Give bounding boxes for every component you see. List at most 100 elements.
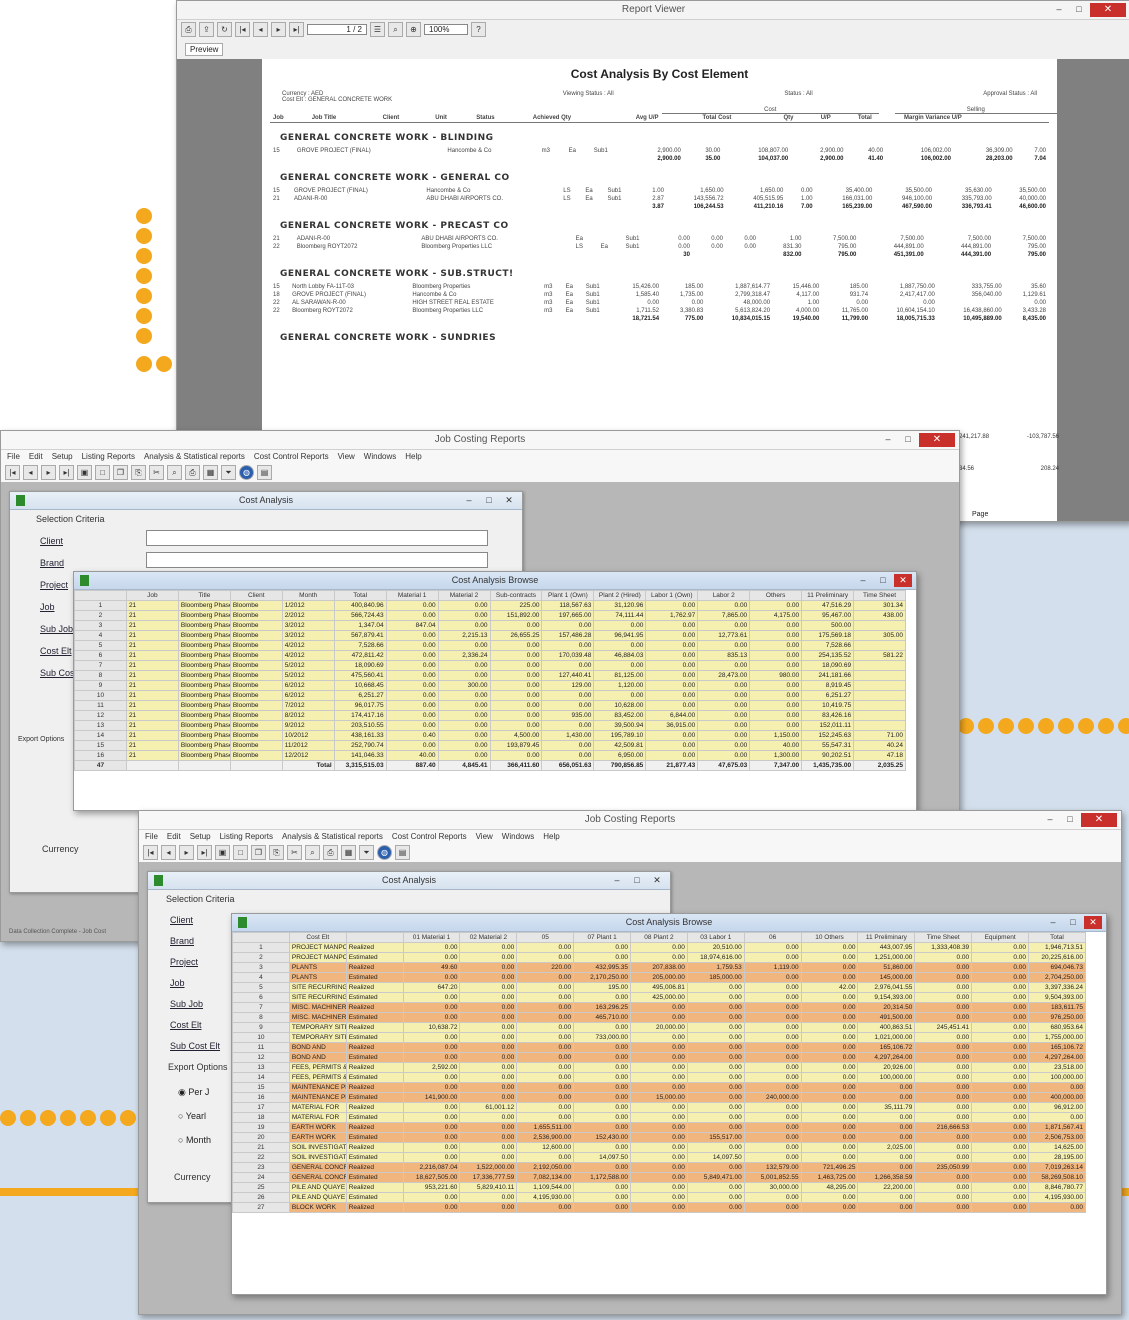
table-cell[interactable]: 252,790.74 xyxy=(333,740,387,751)
table-row[interactable]: 11 BOND AND Realized 0.00 0.00 0.00 0.00 0.00 0.… xyxy=(232,1042,1086,1053)
table-cell[interactable]: Bloomberg Phase 1 - ROYT2072 xyxy=(177,720,231,731)
table-row[interactable]: 121Bloomberg Phase 1 - ROYT2072Bloombe1/… xyxy=(74,600,906,611)
table-cell[interactable]: 118,567.63 xyxy=(541,600,595,611)
table-cell[interactable]: 0.00 xyxy=(971,982,1030,993)
table-cell[interactable]: 694,046.73 xyxy=(1028,962,1086,973)
table-cell[interactable]: 0.00 xyxy=(686,1062,745,1073)
table-row[interactable]: 921Bloomberg Phase 1 - ROYT2072Bloombe6/… xyxy=(74,680,906,691)
table-cell[interactable]: 2,976,041.55 xyxy=(857,982,916,993)
table-cell[interactable]: 0.00 xyxy=(971,1172,1030,1183)
table-cell[interactable]: 8,846,780.77 xyxy=(1028,1182,1086,1193)
table-cell[interactable]: 6,950.00 xyxy=(593,750,647,761)
table-cell[interactable]: 0.00 xyxy=(800,1152,859,1163)
column-header[interactable]: Time Sheet xyxy=(914,932,973,943)
table-cell[interactable]: 0.00 xyxy=(437,740,491,751)
table-cell[interactable]: 1,300.00 xyxy=(749,750,803,761)
table-cell[interactable]: 7,019,263.14 xyxy=(1028,1162,1086,1173)
table-cell[interactable]: 0.00 xyxy=(914,1042,973,1053)
menu-item-file[interactable]: File xyxy=(7,452,20,461)
column-header[interactable]: Plant 2 (Hired) xyxy=(593,590,647,601)
table-cell[interactable]: 28,473.00 xyxy=(697,670,751,681)
export-option[interactable]: ◉ Per J xyxy=(178,1080,211,1104)
table-cell[interactable]: 0.00 xyxy=(743,1022,802,1033)
table-row[interactable]: 1421Bloomberg Phase 1 - ROYT2072Bloombe1… xyxy=(74,730,906,741)
table-cell[interactable]: Bloomberg Phase 1 - ROYT2072 xyxy=(177,640,231,651)
last-record-icon[interactable]: ▸| xyxy=(197,845,212,860)
column-header[interactable]: 11 Preliminary xyxy=(801,590,855,601)
menu-item-listing-reports[interactable]: Listing Reports xyxy=(82,452,135,461)
table-cell[interactable]: 21 xyxy=(125,700,179,711)
table-cell[interactable]: 240,000.00 xyxy=(743,1092,802,1103)
table-cell[interactable]: 0.00 xyxy=(645,670,699,681)
table-cell[interactable]: 0.00 xyxy=(402,1042,461,1053)
table-cell[interactable]: 11/2012 xyxy=(281,740,335,751)
table-cell[interactable]: 0.00 xyxy=(630,1182,688,1193)
table-cell[interactable]: 0.00 xyxy=(971,1082,1030,1093)
table-cell[interactable]: 0.00 xyxy=(800,992,859,1003)
table-cell[interactable]: 0.00 xyxy=(971,1122,1030,1133)
table-cell[interactable]: 18,627,505.00 xyxy=(402,1172,461,1183)
table-row[interactable]: 13 FEES, PERMITS & Realized 2,592.00 0.00 0.0… xyxy=(232,1062,1086,1073)
column-header[interactable]: 03 Labor 1 xyxy=(686,932,745,943)
table-cell[interactable]: 0.00 xyxy=(686,1002,745,1013)
first-page-icon[interactable]: |◂ xyxy=(235,22,250,37)
close-button[interactable]: ✕ xyxy=(1081,813,1117,827)
table-cell[interactable]: 0.00 xyxy=(686,1122,745,1133)
table-cell[interactable]: 241,181.66 xyxy=(801,670,855,681)
table-cell[interactable]: Bloomberg Phase 1 - ROYT2072 xyxy=(177,600,231,611)
table-cell[interactable]: 141,046.33 xyxy=(333,750,387,761)
column-header[interactable]: 11 Preliminary xyxy=(857,932,916,943)
table-cell[interactable]: 0.00 xyxy=(800,1072,859,1083)
table-cell[interactable]: 203,510.55 xyxy=(333,720,387,731)
table-cell[interactable]: 0.00 xyxy=(573,1202,632,1213)
table-cell[interactable]: 0.00 xyxy=(630,1052,688,1063)
table-cell[interactable]: 0.00 xyxy=(459,1132,518,1143)
zoom-select[interactable]: 100% xyxy=(424,24,468,35)
table-cell[interactable]: 0.00 xyxy=(857,1122,916,1133)
table-row[interactable]: 27 BLOCK WORK Realized 0.00 0.00 0.00 0.00 0.00… xyxy=(232,1202,1086,1213)
table-cell[interactable]: 1,120.00 xyxy=(593,680,647,691)
table-cell[interactable]: 0.00 xyxy=(516,972,575,983)
table-cell[interactable]: 0.00 xyxy=(857,1082,916,1093)
table-cell[interactable]: 235,050.99 xyxy=(914,1162,973,1173)
column-header[interactable]: Cost Elt xyxy=(288,932,347,943)
table-cell[interactable]: 0.00 xyxy=(459,1042,518,1053)
table-cell[interactable]: Estimated xyxy=(345,1012,404,1023)
filter-icon[interactable]: ⏷ xyxy=(221,465,236,480)
table-row[interactable]: 22SOIL INVESTIGATION &Estimated0.000.000… xyxy=(232,1152,1086,1163)
criteria-link-project[interactable]: Project xyxy=(170,952,220,973)
criteria-link-client[interactable]: Client xyxy=(40,530,90,552)
table-cell[interactable]: 207,838.00 xyxy=(630,962,688,973)
table-cell[interactable]: 96,941.95 xyxy=(593,630,647,641)
table-cell[interactable]: 81,125.00 xyxy=(593,670,647,681)
table-cell[interactable]: MATERIAL FOR xyxy=(288,1102,347,1113)
table-cell[interactable]: 0.00 xyxy=(437,730,491,741)
table-cell[interactable]: 127,440.41 xyxy=(541,670,595,681)
table-cell[interactable]: 0.00 xyxy=(573,1072,632,1083)
table-row[interactable]: 9 TEMPORARY SITE Realized 10,638.72 0.00 0.00… xyxy=(232,1022,1086,1033)
table-cell[interactable]: 438,161.33 xyxy=(333,730,387,741)
minimize-button[interactable]: – xyxy=(854,574,872,587)
table-cell[interactable]: 0.00 xyxy=(402,1152,461,1163)
column-header[interactable]: 08 Plant 2 xyxy=(630,932,688,943)
table-cell[interactable]: 0.00 xyxy=(630,942,688,953)
table-cell[interactable]: 0.00 xyxy=(971,1052,1030,1063)
table-cell[interactable]: 0.00 xyxy=(459,1092,518,1103)
table-cell[interactable]: 935.00 xyxy=(541,710,595,721)
table-cell[interactable]: 0.00 xyxy=(645,750,699,761)
table-cell[interactable]: 0.00 xyxy=(385,690,439,701)
table-cell[interactable]: 48,295.00 xyxy=(800,1182,859,1193)
table-cell[interactable]: 0.00 xyxy=(459,1062,518,1073)
close-button[interactable]: ✕ xyxy=(919,433,955,447)
table-cell[interactable]: 721,496.25 xyxy=(800,1162,859,1173)
table-cell[interactable]: 0.00 xyxy=(402,1132,461,1143)
table-cell[interactable]: 3/2012 xyxy=(281,630,335,641)
table-cell[interactable]: 2,704,250.00 xyxy=(1028,972,1086,983)
minimize-button[interactable]: – xyxy=(1044,916,1062,929)
table-cell[interactable]: 2,592.00 xyxy=(402,1062,461,1073)
table-cell[interactable]: 0.00 xyxy=(402,1112,461,1123)
preview-tab[interactable]: Preview xyxy=(185,43,224,56)
table-cell[interactable]: Bloombe xyxy=(229,610,283,621)
table-cell[interactable]: 0.00 xyxy=(743,1042,802,1053)
table-cell[interactable]: 0.00 xyxy=(686,1142,745,1153)
